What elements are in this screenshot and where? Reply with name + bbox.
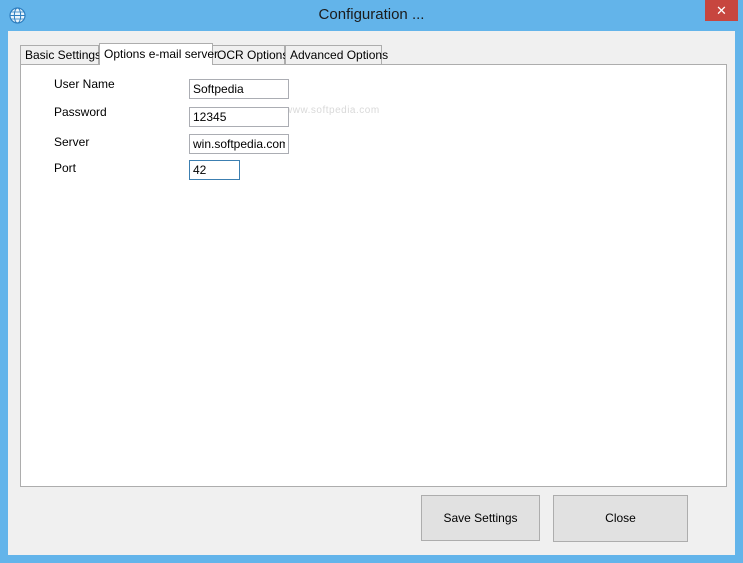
server-field[interactable]	[189, 134, 289, 154]
title-bar[interactable]: Configuration ... ✕	[0, 0, 743, 31]
email-server-panel: www.softpedia.com User Name Password Ser…	[20, 64, 727, 487]
window-title: Configuration ...	[318, 6, 425, 23]
tab-ocr-options[interactable]: OCR Options	[212, 45, 288, 64]
port-field[interactable]	[189, 160, 240, 180]
user-name-field[interactable]	[189, 79, 289, 99]
close-window-button[interactable]: ✕	[705, 0, 738, 21]
close-button[interactable]: Close	[553, 495, 688, 542]
close-icon: ✕	[716, 3, 727, 18]
configuration-window: Configuration ... ✕ Basic Settings Optio…	[0, 0, 743, 563]
server-label: Server	[54, 135, 90, 149]
password-label: Password	[54, 105, 107, 119]
window-client-area: Basic Settings Options e-mail server OCR…	[8, 31, 735, 555]
watermark: www.softpedia.com	[285, 105, 380, 116]
user-name-label: User Name	[54, 77, 115, 91]
tab-options-email-server[interactable]: Options e-mail server	[99, 43, 218, 65]
save-settings-button[interactable]: Save Settings	[421, 495, 540, 541]
tab-advanced-options[interactable]: Advanced Options	[285, 45, 388, 64]
password-field[interactable]	[189, 107, 289, 127]
port-label: Port	[54, 161, 77, 175]
tab-basic-settings[interactable]: Basic Settings	[20, 45, 101, 64]
